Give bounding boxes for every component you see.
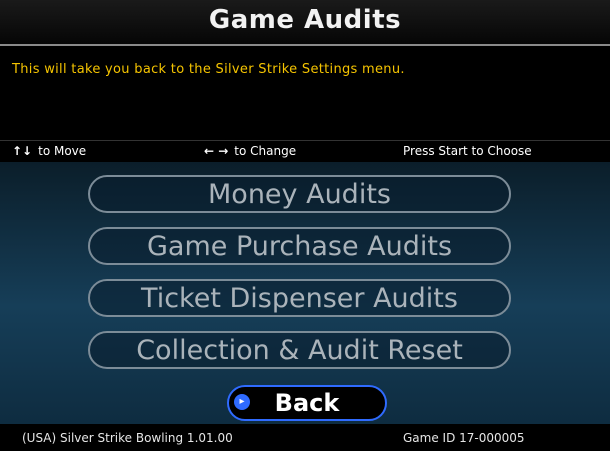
info-message: This will take you back to the Silver St…	[12, 62, 405, 77]
change-hint-text: to Change	[234, 144, 297, 158]
game-purchase-audits-button[interactable]: Game Purchase Audits	[88, 227, 511, 265]
game-id-label: Game ID 17-000005	[403, 431, 525, 445]
ticket-dispenser-audits-button[interactable]: Ticket Dispenser Audits	[88, 279, 511, 317]
back-button[interactable]: Back	[227, 385, 387, 421]
move-hint: ↑↓ to Move	[12, 144, 86, 158]
money-audits-button[interactable]: Money Audits	[88, 175, 511, 213]
title-bar: Game Audits	[0, 0, 610, 46]
version-label: (USA) Silver Strike Bowling 1.01.00	[22, 431, 233, 445]
footer: (USA) Silver Strike Bowling 1.01.00 Game…	[0, 424, 610, 451]
move-hint-text: to Move	[38, 144, 87, 158]
selection-cursor-icon: ▸	[234, 394, 250, 410]
collection-audit-reset-button[interactable]: Collection & Audit Reset	[88, 331, 511, 369]
game-audits-screen: Game Audits This will take you back to t…	[0, 0, 610, 451]
choose-hint: Press Start to Choose	[403, 144, 532, 158]
left-right-arrows-icon: ← →	[204, 144, 229, 158]
up-down-arrows-icon: ↑↓	[12, 144, 33, 158]
page-title: Game Audits	[208, 5, 402, 35]
help-bar: ↑↓ to Move ← → to Change Press Start to Ch…	[0, 140, 610, 163]
change-hint: ← → to Change	[204, 144, 296, 158]
